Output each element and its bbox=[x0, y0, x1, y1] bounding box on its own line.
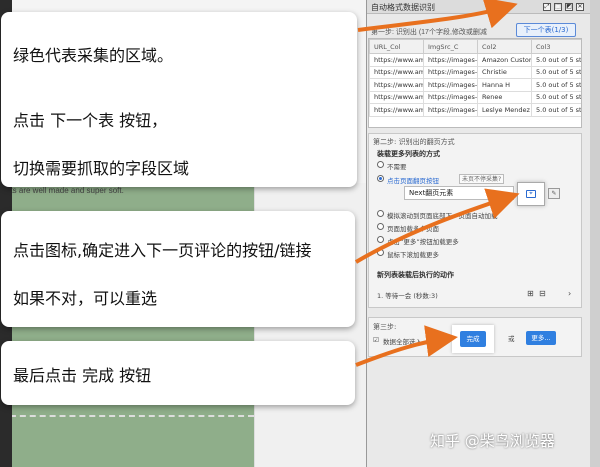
table-cell: https://images-n... bbox=[423, 65, 478, 79]
panel-scrollbar[interactable] bbox=[590, 0, 600, 467]
table-cell: https://www.am... bbox=[369, 65, 424, 79]
after-load-label: 新列表装载后执行的动作 bbox=[377, 271, 454, 279]
table-cell: Hanna H bbox=[477, 78, 532, 92]
step3-label: 第三步: bbox=[373, 323, 397, 331]
window-icon[interactable]: ⬚ bbox=[554, 3, 562, 11]
table-cell: 5.0 out of 5 st... bbox=[531, 103, 581, 117]
step2-label: 第二步: 识别出的翻页方式 bbox=[373, 138, 455, 146]
table-cell: Amazon Customer bbox=[477, 53, 532, 67]
option-multi-label: 页面加载多个页面 bbox=[387, 225, 439, 233]
table-row: https://www.am... https://images-n... Am… bbox=[369, 53, 581, 67]
table-cell: https://images-n... bbox=[423, 103, 478, 117]
radio-none[interactable] bbox=[377, 161, 384, 168]
load-more-label: 装载更多列表的方式 bbox=[377, 150, 440, 158]
table-row: https://www.am... https://images-n... Ch… bbox=[369, 65, 581, 79]
callout-text: 点击 下一个表 按钮， bbox=[13, 111, 168, 130]
table-cell: 5.0 out of 5 st... bbox=[531, 90, 581, 104]
next-table-button[interactable]: 下一个表(1/3) bbox=[516, 23, 576, 37]
table-cell: Renee bbox=[477, 90, 532, 104]
table-row: https://www.am... https://images-n... Ha… bbox=[369, 78, 581, 92]
option-scroll-label: 模拟滚动到页面底部下一页面自动加载 bbox=[387, 212, 498, 220]
option-none-label: 不需要 bbox=[387, 163, 407, 171]
option-click-more-label: 点击“更多”按钮加载更多 bbox=[387, 238, 459, 246]
table-cell: https://www.am... bbox=[369, 53, 424, 67]
chevron-right-icon[interactable]: › bbox=[568, 289, 571, 298]
callout-step2: 点击图标,确定进入下一页评论的按钮/链接 如果不对，可以重选 bbox=[1, 211, 355, 327]
radio-multi[interactable] bbox=[377, 223, 384, 230]
wrong-page-tag[interactable]: 未页不停采集? bbox=[459, 174, 505, 184]
callout-text: 点击图标,确定进入下一页评论的按钮/链接 bbox=[13, 241, 312, 260]
table-cell: 5.0 out of 5 st... bbox=[531, 53, 581, 67]
next-page-element-field[interactable]: Next翻页元素 bbox=[404, 186, 514, 200]
table-cell: 5.0 out of 5 st... bbox=[531, 65, 581, 79]
radio-scroll[interactable] bbox=[377, 210, 384, 217]
more-button[interactable]: 更多... bbox=[526, 331, 556, 345]
option-click-next-label: 点击页面翻页按钮 bbox=[387, 177, 439, 185]
done-button[interactable]: 完成 bbox=[460, 331, 486, 347]
column-header[interactable]: Col2 bbox=[477, 39, 532, 54]
pick-element-button[interactable]: ⌖ bbox=[517, 182, 545, 206]
select-all-label: 数据全部选入 bbox=[383, 338, 422, 346]
callout-text: 绿色代表采集的区域。 bbox=[13, 46, 174, 65]
table-cell: Leslye Mendez bbox=[477, 103, 532, 117]
radio-wheel[interactable] bbox=[377, 249, 384, 256]
column-header[interactable]: ImgSrc_C bbox=[423, 39, 478, 54]
table-cell: https://www.am... bbox=[369, 103, 424, 117]
table-row: https://www.am... https://images-n... Le… bbox=[369, 103, 581, 117]
table-cell: https://www.am... bbox=[369, 78, 424, 92]
pick-element-icon: ⌖ bbox=[526, 190, 536, 198]
table-cell: https://www.am... bbox=[369, 90, 424, 104]
callout-text: 切换需要抓取的字段区域 bbox=[13, 159, 190, 178]
callout-text: 最后点击 完成 按钮 bbox=[13, 366, 152, 385]
callout-text: 如果不对，可以重选 bbox=[13, 289, 158, 308]
callout-step1: 绿色代表采集的区域。 点击 下一个表 按钮， 切换需要抓取的字段区域 bbox=[1, 12, 357, 187]
radio-click-more[interactable] bbox=[377, 236, 384, 243]
radio-click-next[interactable] bbox=[377, 175, 384, 182]
table-cell: https://images-n... bbox=[423, 90, 478, 104]
edit-element-icon[interactable]: ✎ bbox=[548, 188, 560, 199]
more-action-icon[interactable]: ⊟ bbox=[539, 289, 546, 298]
step1-label: 第一步: 识别出 (17个字段,修改或删减 bbox=[371, 29, 487, 36]
selected-collection-area-lower bbox=[0, 415, 254, 467]
callout-step3: 最后点击 完成 按钮 bbox=[1, 341, 355, 405]
table-cell: https://images-n... bbox=[423, 53, 478, 67]
expand-icon[interactable]: ⤢ bbox=[543, 3, 551, 11]
add-action-icon[interactable]: ⊞ bbox=[527, 289, 534, 298]
preview-table: URL_Col ImgSrc_C Col2 Col3 https://www.a… bbox=[368, 38, 582, 128]
wait-action-label: 1. 等待一会 (秒数:3) bbox=[377, 292, 438, 300]
column-header[interactable]: Col3 bbox=[531, 39, 581, 54]
close-icon[interactable]: ✕ bbox=[576, 3, 584, 11]
pagination-section: 第二步: 识别出的翻页方式 装载更多列表的方式 不需要 点击页面翻页按钮 未页不… bbox=[368, 133, 582, 308]
panel-header: 自动格式数据识别 ⤢ ⬚ ◩ ✕ bbox=[367, 0, 591, 14]
option-wheel-label: 鼠标下滚加载更多 bbox=[387, 251, 439, 259]
panel-title: 自动格式数据识别 bbox=[371, 3, 435, 12]
page-snippet-text: kets are well made and super soft. bbox=[2, 186, 124, 195]
table-header-row: URL_Col ImgSrc_C Col2 Col3 bbox=[369, 39, 581, 54]
table-row: https://www.am... https://images-n... Re… bbox=[369, 90, 581, 104]
watermark-text: 知乎 @柴鸟浏览器 bbox=[430, 432, 555, 450]
select-all-checkbox[interactable]: ☑ bbox=[373, 336, 379, 344]
dock-icon[interactable]: ◩ bbox=[565, 3, 573, 11]
table-cell: 5.0 out of 5 st... bbox=[531, 78, 581, 92]
column-header[interactable]: URL_Col bbox=[369, 39, 424, 54]
table-cell: Christie bbox=[477, 65, 532, 79]
or-label: 或 bbox=[508, 335, 515, 343]
table-cell: https://images-n... bbox=[423, 78, 478, 92]
